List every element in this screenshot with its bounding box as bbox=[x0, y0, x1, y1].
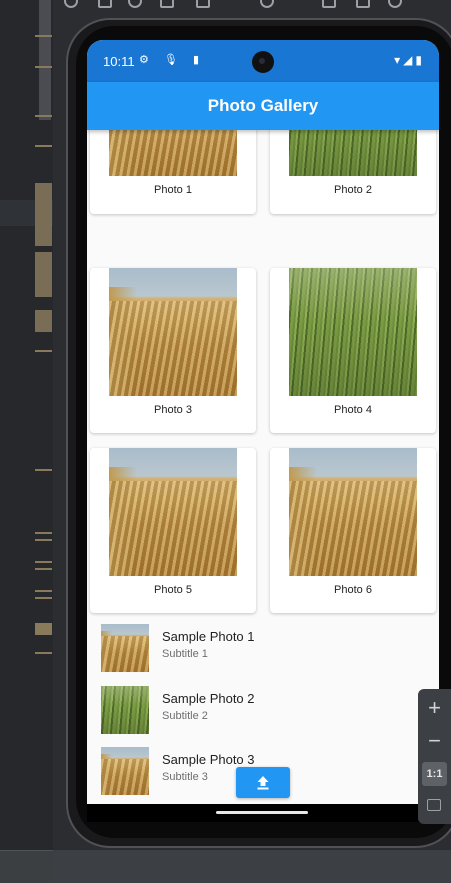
list-item[interactable]: Sample Photo 2 Subtitle 2 bbox=[87, 683, 439, 745]
scroll-content[interactable]: Photo 1 Photo 2 Photo 3 Photo 4 Photo 5 … bbox=[87, 130, 439, 804]
ide-toolbar bbox=[0, 0, 451, 14]
ide-editor-gutter bbox=[0, 0, 53, 850]
list-thumbnail bbox=[101, 686, 149, 734]
photo-card[interactable]: Photo 6 bbox=[270, 448, 436, 613]
zoom-actual-size-button[interactable]: 1:1 bbox=[422, 762, 447, 786]
volume-icon[interactable] bbox=[128, 0, 142, 8]
upload-button[interactable] bbox=[236, 767, 290, 798]
photo-image bbox=[109, 130, 237, 176]
photo-caption: Photo 6 bbox=[334, 584, 372, 596]
list-subtitle: Subtitle 2 bbox=[162, 710, 208, 722]
photo-caption: Photo 5 bbox=[154, 584, 192, 596]
photo-card[interactable]: Photo 5 bbox=[90, 448, 256, 613]
rotate-device-icon[interactable] bbox=[196, 0, 210, 8]
list-item[interactable]: Sample Photo 1 Subtitle 1 bbox=[87, 621, 439, 683]
photo-image bbox=[109, 448, 237, 576]
list-title: Sample Photo 3 bbox=[162, 752, 255, 767]
status-system-icons: ▾◢▮ bbox=[394, 53, 425, 67]
zoom-controls: + − 1:1 bbox=[418, 689, 451, 824]
status-notification-icons: ⚙ 🎙 ▮ bbox=[139, 54, 205, 66]
refresh-icon[interactable] bbox=[64, 0, 78, 8]
app-title: Photo Gallery bbox=[207, 96, 319, 115]
photo-image bbox=[289, 268, 417, 396]
ide-status-bar-panel bbox=[53, 850, 451, 882]
list-thumbnail bbox=[101, 624, 149, 672]
rotate-icon[interactable] bbox=[98, 0, 112, 8]
photo-caption: Photo 4 bbox=[334, 404, 372, 416]
fit-screen-icon[interactable] bbox=[427, 799, 441, 811]
photo-caption: Photo 3 bbox=[154, 404, 192, 416]
minimap-track[interactable] bbox=[39, 0, 51, 120]
photo-card[interactable]: Photo 1 bbox=[90, 130, 256, 214]
photo-caption: Photo 1 bbox=[154, 184, 192, 196]
photo-caption: Photo 2 bbox=[334, 184, 372, 196]
power-icon[interactable] bbox=[388, 0, 402, 8]
location-icon[interactable] bbox=[260, 0, 274, 8]
system-nav-bar bbox=[87, 804, 439, 822]
zoom-in-button[interactable]: + bbox=[418, 692, 451, 724]
screenshot-icon[interactable] bbox=[322, 0, 336, 8]
device-screen: 10:11 ⚙ 🎙 ▮ ▾◢▮ Photo Gallery Photo 1 Ph… bbox=[87, 40, 439, 804]
photo-card[interactable]: Photo 4 bbox=[270, 268, 436, 433]
front-camera bbox=[252, 51, 274, 73]
upload-icon bbox=[257, 776, 269, 790]
list-title: Sample Photo 1 bbox=[162, 629, 255, 644]
photo-card[interactable]: Photo 3 bbox=[90, 268, 256, 433]
list-thumbnail bbox=[101, 747, 149, 795]
record-icon[interactable] bbox=[356, 0, 370, 8]
status-time: 10:11 bbox=[103, 54, 135, 69]
photo-image bbox=[289, 448, 417, 576]
device-icon[interactable] bbox=[160, 0, 174, 8]
photo-image bbox=[109, 268, 237, 396]
home-gesture-handle[interactable] bbox=[216, 811, 308, 814]
list-subtitle: Subtitle 3 bbox=[162, 771, 208, 783]
zoom-out-button[interactable]: − bbox=[418, 725, 451, 757]
photo-card[interactable]: Photo 2 bbox=[270, 130, 436, 214]
list-title: Sample Photo 2 bbox=[162, 691, 255, 706]
photo-image bbox=[289, 130, 417, 176]
list-subtitle: Subtitle 1 bbox=[162, 648, 208, 660]
app-bar: Photo Gallery bbox=[87, 82, 439, 130]
status-bar: 10:11 ⚙ 🎙 ▮ ▾◢▮ bbox=[87, 40, 439, 82]
